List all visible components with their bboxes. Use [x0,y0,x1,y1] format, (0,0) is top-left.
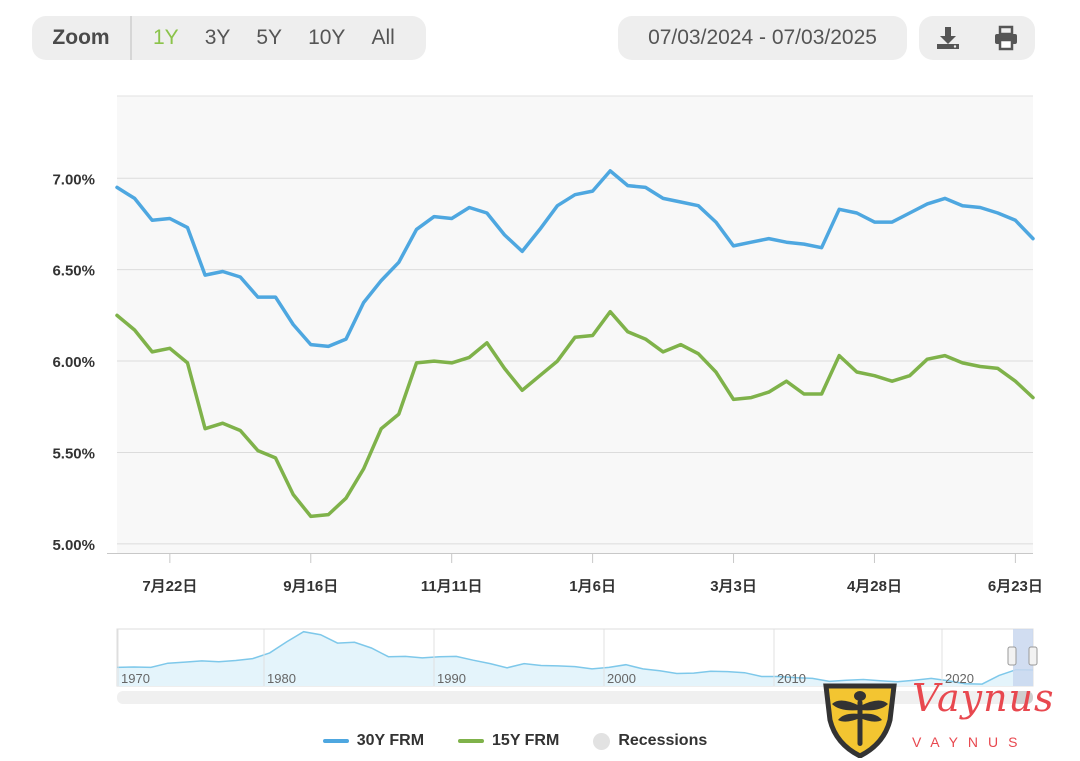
x-tick-label: 4月28日 [847,578,902,595]
legend-label-30y: 30Y FRM [356,732,425,749]
x-tick-label: 7月22日 [142,578,197,595]
navigator-year-label: 1980 [267,671,296,686]
logo-subtext: VAYNUS [912,734,1028,750]
y-tick-label: 5.00% [52,537,95,554]
x-tick-label: 11月11日 [421,578,483,595]
y-tick-label: 7.00% [52,171,95,188]
dragonfly-shield-icon [823,683,897,758]
navigator-handle-right[interactable] [1028,646,1038,666]
plot-background [117,96,1033,553]
navigator-year-label: 1990 [437,671,466,686]
y-tick-label: 5.50% [52,445,95,462]
x-tick-label: 9月16日 [283,578,338,595]
legend-label-15y: 15Y FRM [492,732,560,749]
legend-label-recessions: Recessions [618,732,708,749]
legend-item-15y[interactable]: 15Y FRM [458,732,559,750]
x-tick-label: 1月6日 [569,578,616,595]
main-chart: 5.00% 5.50% 6.00% 6.50% 7.00% 7月22日 9月16日 11月1… [52,95,1043,595]
legend-line-15y [458,739,485,743]
x-tick-label: 6月23日 [988,578,1043,595]
x-tick-label: 3月3日 [710,578,757,595]
navigator-year-label: 2010 [777,671,806,686]
navigator-year-label: 2000 [607,671,636,686]
legend-dot-recessions [593,732,611,750]
legend-item-recessions[interactable]: Recessions [593,732,707,750]
logo-text: Vaynus [912,676,1055,720]
navigator-year-label: 1970 [121,671,150,686]
navigator-handle-left[interactable] [1007,646,1017,666]
logo: Vaynus VAYNUS [820,676,1075,761]
legend-line-30y [322,739,349,743]
y-tick-label: 6.00% [52,354,95,371]
y-tick-label: 6.50% [52,263,95,280]
legend-item-30y[interactable]: 30Y FRM [322,732,425,750]
